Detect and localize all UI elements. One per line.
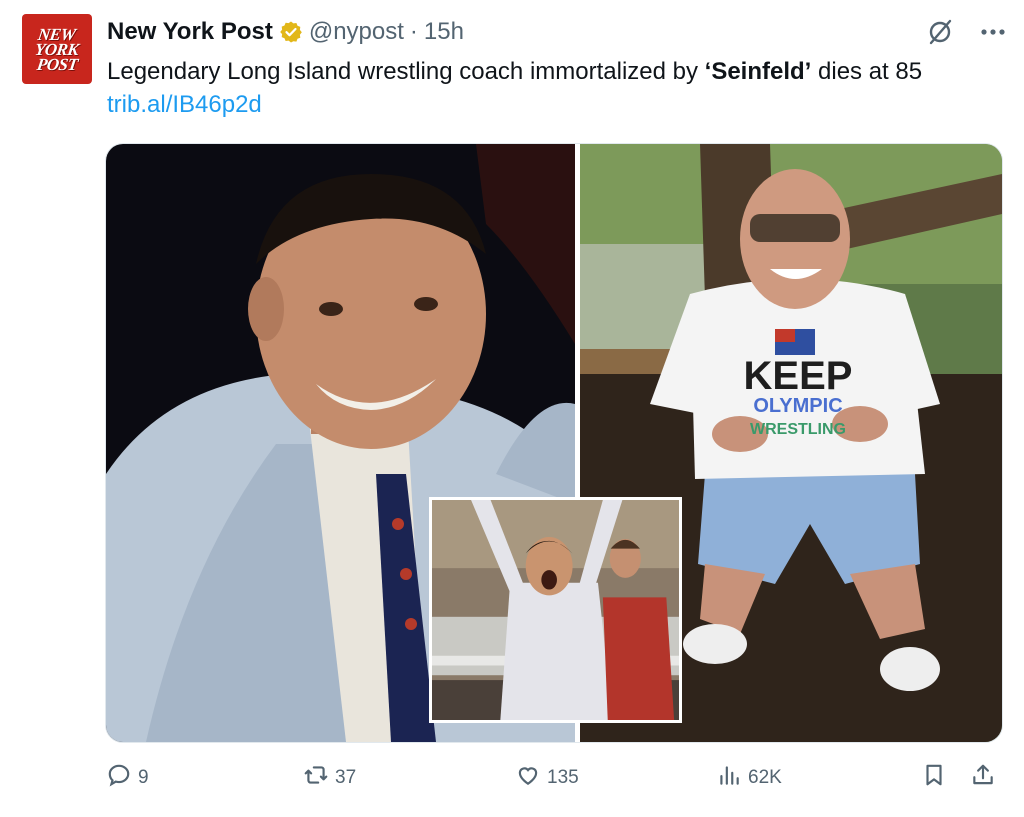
repost-button[interactable]: 37 — [303, 760, 356, 796]
reply-button[interactable]: 9 — [106, 760, 149, 796]
views-icon — [716, 762, 742, 794]
views-button[interactable]: 62K — [716, 760, 782, 796]
bookmark-button[interactable] — [921, 760, 947, 796]
like-button[interactable]: 135 — [515, 760, 579, 796]
repost-icon — [303, 762, 329, 794]
share-button[interactable] — [970, 760, 996, 796]
display-name[interactable]: New York Post — [107, 18, 273, 46]
separator-dot: · — [409, 18, 418, 45]
grok-icon[interactable] — [926, 18, 954, 46]
reply-count: 9 — [138, 767, 149, 788]
reply-icon — [106, 762, 132, 794]
avatar[interactable]: NEW YORK POST — [22, 14, 92, 84]
shirt-text-wrestling: WRESTLING — [750, 421, 846, 438]
shirt-text-olympic: OLYMPIC — [753, 395, 842, 417]
like-count: 135 — [547, 767, 579, 788]
tweet-text-part: Legendary Long Island wrestling coach im… — [107, 58, 705, 85]
seinfeld-scene-inset[interactable] — [429, 497, 682, 723]
share-icon — [970, 762, 996, 794]
tweet-text-part: dies at 85 — [811, 58, 923, 85]
shirt-text-keep: KEEP — [744, 354, 853, 398]
header-actions — [926, 16, 1006, 48]
bookmark-icon — [921, 762, 947, 794]
tweet-actions: 9 37 135 62K — [106, 760, 998, 796]
like-icon — [515, 762, 541, 794]
views-count: 62K — [748, 767, 782, 788]
tweet-text-bold: ‘Seinfeld’ — [704, 58, 812, 85]
handle[interactable]: @nypost — [309, 18, 404, 46]
tweet-link[interactable]: trib.al/IB46p2d — [107, 91, 262, 118]
tweet-header: New York Post @nypost · 15h — [107, 16, 464, 48]
repost-count: 37 — [335, 767, 357, 788]
logo-line: POST — [35, 54, 79, 74]
more-icon[interactable] — [980, 28, 1006, 36]
timestamp[interactable]: 15h — [424, 18, 464, 46]
verified-badge-icon[interactable] — [279, 20, 303, 44]
tweet-text: Legendary Long Island wrestling coach im… — [107, 55, 997, 121]
